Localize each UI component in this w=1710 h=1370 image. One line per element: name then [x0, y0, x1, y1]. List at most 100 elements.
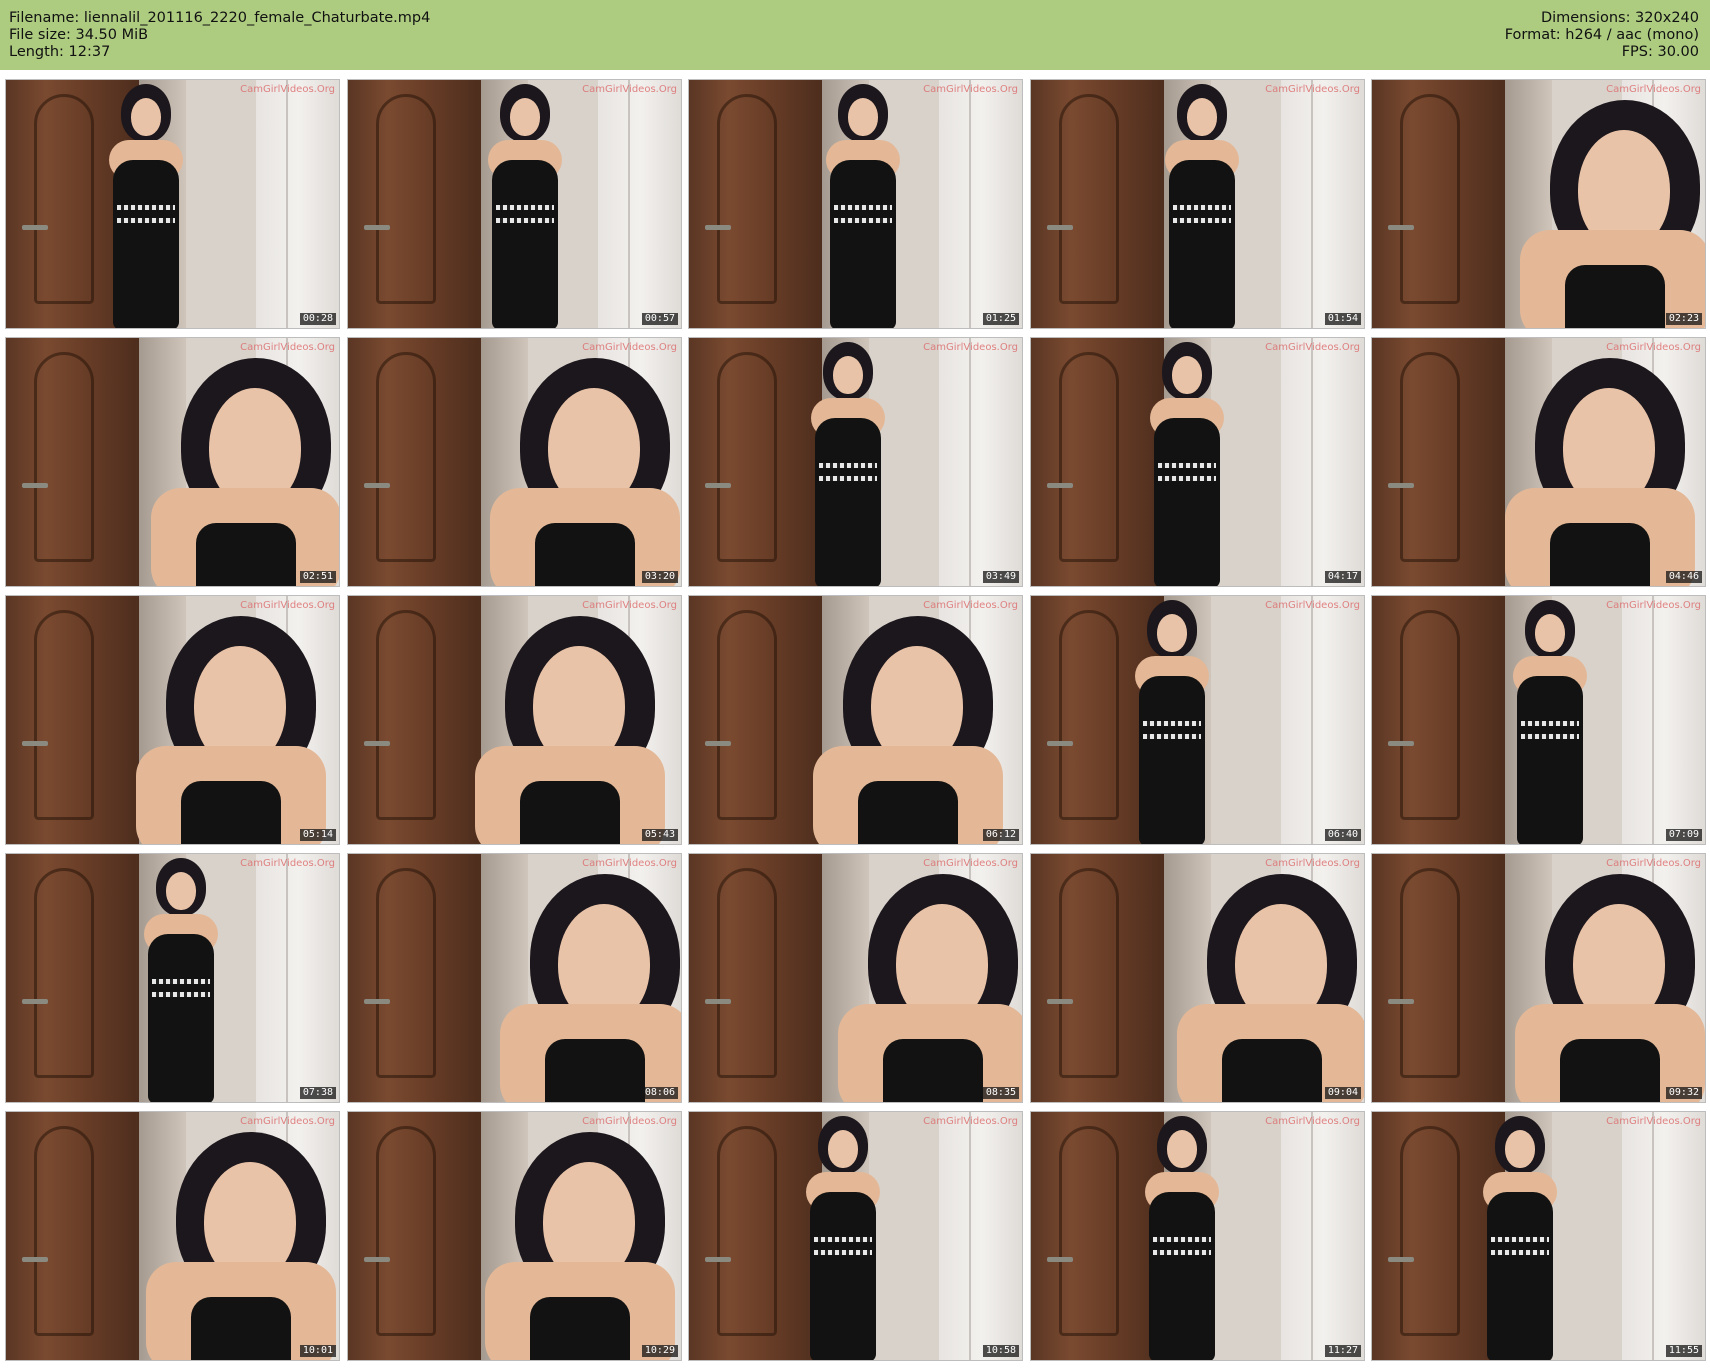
- dress: [1517, 676, 1583, 844]
- closet: [1281, 1112, 1364, 1360]
- face: [131, 98, 161, 136]
- watermark-text: CamGirlVideos.Org: [1606, 84, 1701, 95]
- dress-belt: [1173, 205, 1231, 210]
- filesize-text: File size: 34.50 MiB: [9, 27, 149, 43]
- dress: [1139, 676, 1205, 844]
- timestamp-label: 06:12: [982, 829, 1019, 841]
- door: [6, 596, 139, 844]
- face: [1505, 1130, 1535, 1168]
- closet: [598, 80, 681, 328]
- timestamp-label: 02:51: [299, 571, 336, 583]
- timestamp-label: 10:58: [982, 1345, 1019, 1357]
- dress: [1222, 1039, 1322, 1102]
- closet: [1622, 1112, 1705, 1360]
- door-handle: [22, 483, 48, 488]
- face: [828, 1130, 858, 1168]
- dress-belt: [814, 1237, 872, 1242]
- door-panel: [34, 352, 94, 562]
- person-figure: [485, 1112, 675, 1360]
- person-figure: [813, 596, 1003, 844]
- dress-belt: [496, 205, 554, 210]
- door-handle: [1388, 999, 1414, 1004]
- closet-seam: [286, 854, 288, 1102]
- timestamp-label: 08:35: [982, 1087, 1019, 1099]
- person-figure: [783, 338, 913, 586]
- timestamp-label: 00:57: [641, 313, 678, 325]
- door-handle: [22, 1257, 48, 1262]
- watermark-text: CamGirlVideos.Org: [923, 600, 1018, 611]
- watermark-text: CamGirlVideos.Org: [240, 600, 335, 611]
- timestamp-label: 02:23: [1665, 313, 1702, 325]
- thumbnail-grid: CamGirlVideos.Org 00:28 CamGirlVideos.Org 0…: [0, 70, 1710, 1370]
- door-panel: [34, 610, 94, 820]
- thumbnail-frame: CamGirlVideos.Org 09:32: [1371, 853, 1706, 1103]
- door-panel: [34, 868, 94, 1078]
- dress-belt: [117, 205, 175, 210]
- dress: [196, 523, 296, 586]
- thumbnail-frame: CamGirlVideos.Org 03:20: [347, 337, 682, 587]
- door: [348, 854, 481, 1102]
- watermark-text: CamGirlVideos.Org: [582, 600, 677, 611]
- watermark-text: CamGirlVideos.Org: [1606, 858, 1701, 869]
- dress: [530, 1297, 630, 1360]
- dimensions-text: Dimensions: 320x240: [1540, 10, 1699, 26]
- door-handle: [705, 1257, 731, 1262]
- watermark-text: CamGirlVideos.Org: [1606, 1116, 1701, 1127]
- door: [1372, 338, 1505, 586]
- thumbnail-frame: CamGirlVideos.Org 10:29: [347, 1111, 682, 1361]
- door-panel: [376, 94, 436, 304]
- timestamp-label: 03:49: [982, 571, 1019, 583]
- closet-seam: [1311, 338, 1313, 586]
- person-figure: [1485, 596, 1615, 844]
- dress-belt: [1158, 476, 1216, 481]
- thumbnail-frame: CamGirlVideos.Org 08:06: [347, 853, 682, 1103]
- watermark-text: CamGirlVideos.Org: [923, 84, 1018, 95]
- closet-seam: [1311, 1112, 1313, 1360]
- length-text: Length: 12:37: [9, 44, 111, 60]
- door-handle: [22, 999, 48, 1004]
- door-panel: [717, 352, 777, 562]
- face: [833, 356, 863, 394]
- closet: [1281, 80, 1364, 328]
- door-panel: [1059, 868, 1119, 1078]
- filename-text: Filename: liennalil_201116_2220_female_C…: [9, 10, 431, 26]
- thumbnail-frame: CamGirlVideos.Org 02:51: [5, 337, 340, 587]
- dress-belt: [152, 992, 210, 997]
- file-info: Filename: liennalil_201116_2220_female_C…: [9, 10, 430, 61]
- dress: [148, 934, 214, 1102]
- thumbnail-frame: CamGirlVideos.Org 09:04: [1030, 853, 1365, 1103]
- closet: [1281, 338, 1364, 586]
- thumbnail-frame: CamGirlVideos.Org 08:35: [688, 853, 1023, 1103]
- dress: [535, 523, 635, 586]
- watermark-text: CamGirlVideos.Org: [1606, 342, 1701, 353]
- thumbnail-frame: CamGirlVideos.Org 05:14: [5, 595, 340, 845]
- watermark-text: CamGirlVideos.Org: [582, 342, 677, 353]
- person-figure: [500, 854, 681, 1102]
- watermark-text: CamGirlVideos.Org: [582, 858, 677, 869]
- thumbnail-frame: CamGirlVideos.Org 03:49: [688, 337, 1023, 587]
- timestamp-label: 04:46: [1665, 571, 1702, 583]
- door: [1372, 80, 1505, 328]
- dress: [1487, 1192, 1553, 1360]
- door-handle: [705, 225, 731, 230]
- door-handle: [1047, 225, 1073, 230]
- person-figure: [1520, 80, 1705, 328]
- door-panel: [717, 94, 777, 304]
- door-panel: [1059, 94, 1119, 304]
- door-handle: [1047, 999, 1073, 1004]
- door: [348, 1112, 481, 1360]
- person-figure: [1137, 80, 1267, 328]
- closet-seam: [969, 80, 971, 328]
- watermark-text: CamGirlVideos.Org: [923, 1116, 1018, 1127]
- person-figure: [1455, 1112, 1585, 1360]
- closet-seam: [1311, 596, 1313, 844]
- timestamp-label: 05:14: [299, 829, 336, 841]
- face: [1172, 356, 1202, 394]
- watermark-text: CamGirlVideos.Org: [582, 1116, 677, 1127]
- timestamp-label: 09:32: [1665, 1087, 1702, 1099]
- dress-belt: [117, 218, 175, 223]
- dress: [545, 1039, 645, 1102]
- door-handle: [364, 741, 390, 746]
- person-figure: [136, 596, 326, 844]
- dress-belt: [1153, 1250, 1211, 1255]
